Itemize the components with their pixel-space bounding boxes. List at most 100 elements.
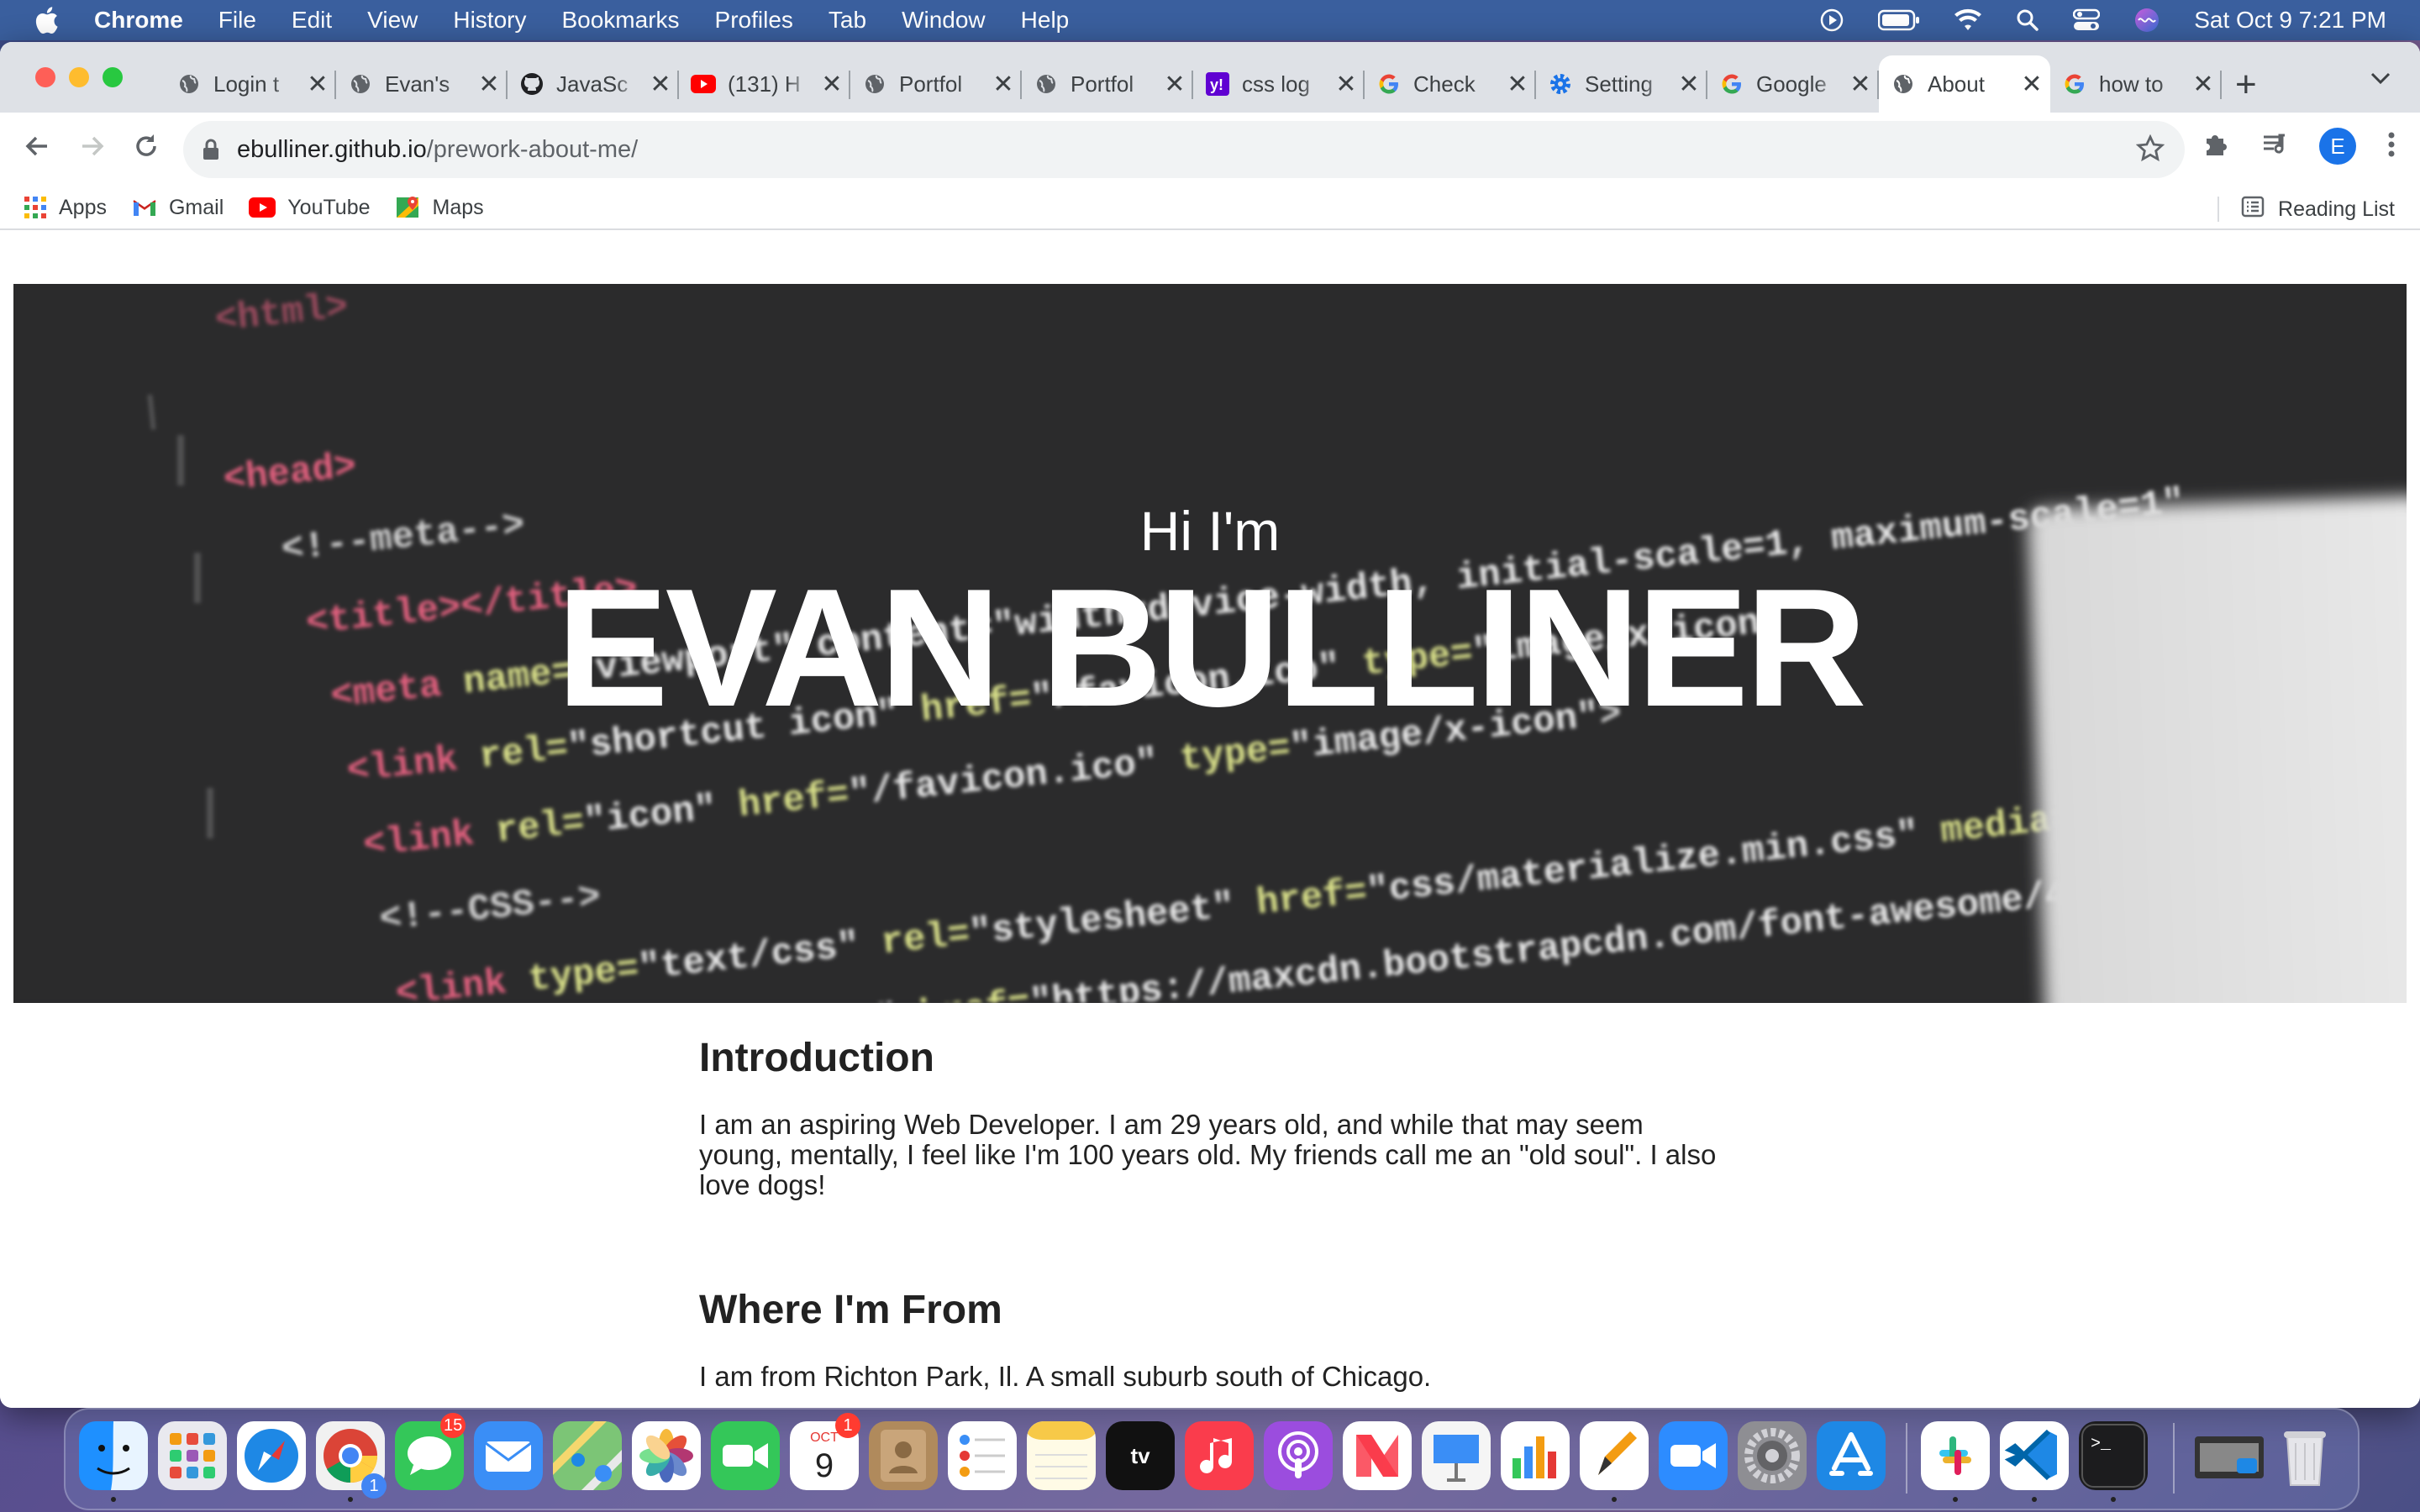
reading-list-button[interactable]: Reading List xyxy=(2217,195,2395,224)
pages-icon[interactable] xyxy=(1580,1421,1649,1490)
notes-icon[interactable] xyxy=(1027,1421,1096,1490)
new-tab-button[interactable]: + xyxy=(2235,64,2257,106)
tab-portfolio-1[interactable]: Portfol ✕ xyxy=(850,55,1022,113)
globe-icon xyxy=(348,71,373,97)
profile-avatar[interactable]: E xyxy=(2319,128,2356,165)
menu-view[interactable]: View xyxy=(367,7,418,34)
apple-tv-icon[interactable]: tv xyxy=(1106,1421,1175,1490)
extensions-puzzle-icon[interactable] xyxy=(2202,130,2230,163)
menu-history[interactable]: History xyxy=(453,7,526,34)
close-tab-icon[interactable]: ✕ xyxy=(820,70,844,99)
zoom-window-button[interactable] xyxy=(103,67,123,87)
tab-search-chevron-icon[interactable] xyxy=(2370,71,2391,90)
menu-tab[interactable]: Tab xyxy=(829,7,866,34)
safari-icon[interactable] xyxy=(237,1421,306,1490)
battery-icon[interactable] xyxy=(1878,9,1920,31)
chrome-menu-kebab-icon[interactable] xyxy=(2386,130,2396,163)
menubar-clock[interactable]: Sat Oct 9 7:21 PM xyxy=(2194,7,2386,34)
close-tab-icon[interactable]: ✕ xyxy=(1163,70,1186,99)
close-tab-icon[interactable]: ✕ xyxy=(1677,70,1701,99)
yahoo-icon: y! xyxy=(1205,71,1230,97)
tab-login[interactable]: Login t ✕ xyxy=(165,55,336,113)
apple-menu-icon[interactable] xyxy=(34,6,64,34)
siri-icon[interactable] xyxy=(2133,7,2160,34)
tab-title: About xyxy=(1928,71,1985,97)
menu-edit[interactable]: Edit xyxy=(292,7,332,34)
media-queue-icon[interactable] xyxy=(2260,130,2289,163)
google-icon xyxy=(1719,71,1744,97)
trash-icon[interactable] xyxy=(2270,1421,2339,1490)
close-tab-icon[interactable]: ✕ xyxy=(992,70,1015,99)
photos-icon[interactable] xyxy=(632,1421,701,1490)
bookmark-apps[interactable]: Apps xyxy=(24,196,107,220)
finder-icon[interactable] xyxy=(79,1421,148,1490)
app-store-icon[interactable] xyxy=(1817,1421,1886,1490)
close-tab-icon[interactable]: ✕ xyxy=(1849,70,1872,99)
globe-icon xyxy=(862,71,887,97)
keynote-icon[interactable] xyxy=(1422,1421,1491,1490)
youtube-icon xyxy=(249,197,276,218)
mail-icon[interactable] xyxy=(474,1421,543,1490)
vscode-icon[interactable] xyxy=(2000,1421,2069,1490)
reminders-icon[interactable] xyxy=(948,1421,1017,1490)
wifi-icon[interactable] xyxy=(1954,8,1982,32)
running-indicator xyxy=(1612,1497,1617,1502)
tab-youtube[interactable]: (131) H ✕ xyxy=(679,55,850,113)
close-tab-icon[interactable]: ✕ xyxy=(649,70,672,99)
google-icon xyxy=(1376,71,1402,97)
lock-icon[interactable] xyxy=(202,138,220,161)
close-window-button[interactable] xyxy=(35,67,55,87)
menu-profiles[interactable]: Profiles xyxy=(715,7,793,34)
news-icon[interactable] xyxy=(1343,1421,1412,1490)
reload-icon[interactable] xyxy=(131,131,161,165)
running-indicator xyxy=(1953,1497,1958,1502)
launchpad-icon[interactable] xyxy=(158,1421,227,1490)
music-icon[interactable] xyxy=(1185,1421,1254,1490)
running-indicator xyxy=(2111,1497,2116,1502)
numbers-icon[interactable] xyxy=(1501,1421,1570,1490)
bookmark-star-icon[interactable] xyxy=(2135,134,2165,167)
gmail-icon xyxy=(132,197,157,218)
zoom-icon[interactable] xyxy=(1659,1421,1728,1490)
minimized-window-thumbnail[interactable] xyxy=(2191,1421,2267,1490)
tab-google[interactable]: Google ✕ xyxy=(1707,55,1879,113)
tab-about-active[interactable]: About ✕ xyxy=(1879,55,2050,113)
facetime-icon[interactable] xyxy=(711,1421,780,1490)
menu-window[interactable]: Window xyxy=(902,7,986,34)
maps-icon[interactable] xyxy=(553,1421,622,1490)
url-path: /prework-about-me/ xyxy=(426,135,639,163)
menu-file[interactable]: File xyxy=(218,7,256,34)
slack-icon[interactable] xyxy=(1921,1421,1990,1490)
bookmark-youtube[interactable]: YouTube xyxy=(249,196,371,220)
hero-greeting: Hi I'm xyxy=(1139,500,1281,562)
close-tab-icon[interactable]: ✕ xyxy=(477,70,501,99)
close-tab-icon[interactable]: ✕ xyxy=(306,70,329,99)
minimize-window-button[interactable] xyxy=(69,67,89,87)
tab-how-to[interactable]: how to ✕ xyxy=(2050,55,2222,113)
back-arrow-icon[interactable] xyxy=(22,131,52,165)
close-tab-icon[interactable]: ✕ xyxy=(2191,70,2215,99)
menu-help[interactable]: Help xyxy=(1021,7,1070,34)
podcasts-icon[interactable] xyxy=(1264,1421,1333,1490)
control-center-icon[interactable] xyxy=(2073,8,2101,32)
tab-css-login[interactable]: y! css log ✕ xyxy=(1193,55,1365,113)
forward-arrow-icon[interactable] xyxy=(77,131,108,165)
tab-settings[interactable]: Setting ✕ xyxy=(1536,55,1707,113)
tab-check[interactable]: Check ✕ xyxy=(1365,55,1536,113)
media-play-icon[interactable] xyxy=(1819,8,1844,33)
close-tab-icon[interactable]: ✕ xyxy=(1334,70,1358,99)
spotlight-search-icon[interactable] xyxy=(2016,8,2039,32)
tab-evans[interactable]: Evan's ✕ xyxy=(336,55,508,113)
bookmark-gmail[interactable]: Gmail xyxy=(132,196,224,220)
menu-app-name[interactable]: Chrome xyxy=(94,7,183,34)
close-tab-icon[interactable]: ✕ xyxy=(2020,70,2044,99)
tab-javascript[interactable]: JavaSc ✕ xyxy=(508,55,679,113)
contacts-icon[interactable] xyxy=(869,1421,938,1490)
terminal-icon[interactable]: >_ xyxy=(2079,1421,2148,1490)
tab-portfolio-2[interactable]: Portfol ✕ xyxy=(1022,55,1193,113)
menu-bookmarks[interactable]: Bookmarks xyxy=(561,7,679,34)
close-tab-icon[interactable]: ✕ xyxy=(1506,70,1529,99)
address-bar[interactable]: ebulliner.github.io/prework-about-me/ xyxy=(183,121,2185,178)
bookmark-maps[interactable]: Maps xyxy=(396,195,484,220)
system-preferences-gear-icon[interactable] xyxy=(1738,1421,1807,1490)
